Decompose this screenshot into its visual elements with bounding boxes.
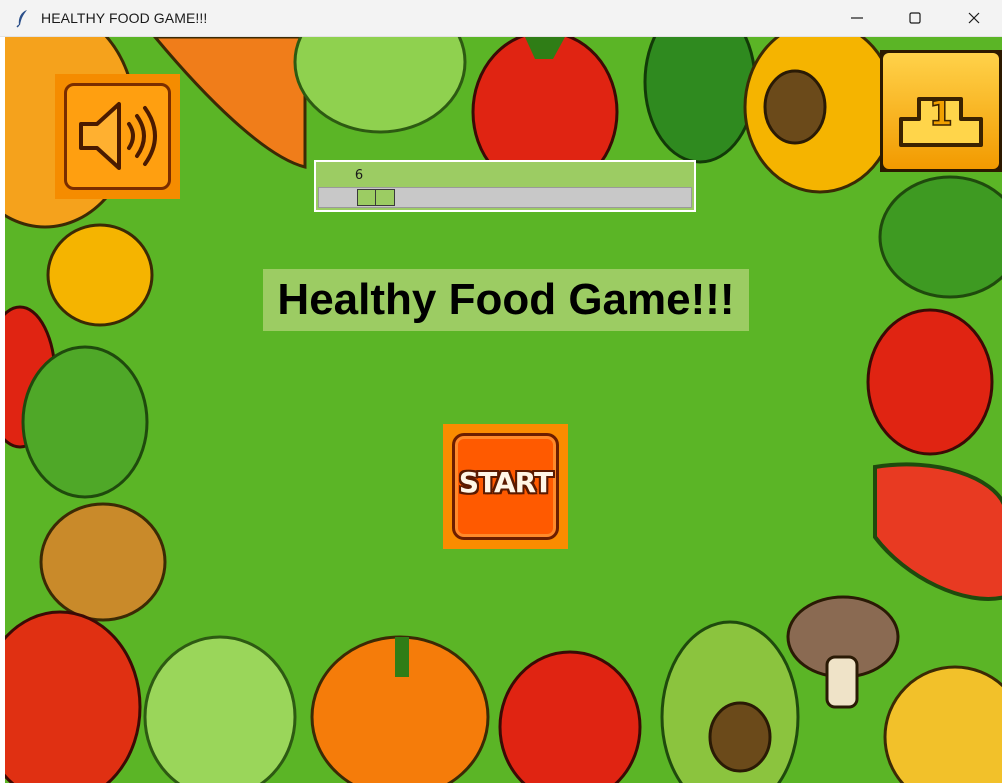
start-button-face: START [452,433,559,540]
game-canvas: 1 6 Healthy Food Game!!! START [5,37,1002,783]
maximize-button[interactable] [892,0,938,36]
window-title: HEALTHY FOOD GAME!!! [41,10,208,26]
level-slider: 6 [314,160,696,212]
maximize-icon [909,12,921,24]
game-title: Healthy Food Game!!! [263,269,749,331]
start-button[interactable]: START [443,424,568,549]
leaderboard-button-face: 1 [883,53,999,169]
start-button-label: START [458,466,553,499]
minimize-button[interactable] [834,0,880,36]
podium-icon: 1 [899,93,983,147]
feather-icon [16,10,27,28]
leaderboard-button[interactable]: 1 [880,50,1002,172]
slider-value-label: 6 [354,168,364,183]
podium-rank-label: 1 [929,94,953,134]
window-titlebar: HEALTHY FOOD GAME!!! [0,0,1002,37]
speaker-icon [79,102,157,170]
slider-handle-grip [375,190,376,205]
sound-toggle-button[interactable] [55,74,180,199]
sound-button-face [64,83,171,190]
slider-trough[interactable] [318,187,692,208]
slider-handle[interactable] [357,189,395,206]
close-icon [968,12,980,24]
minimize-icon [851,17,863,19]
close-button[interactable] [951,0,997,36]
